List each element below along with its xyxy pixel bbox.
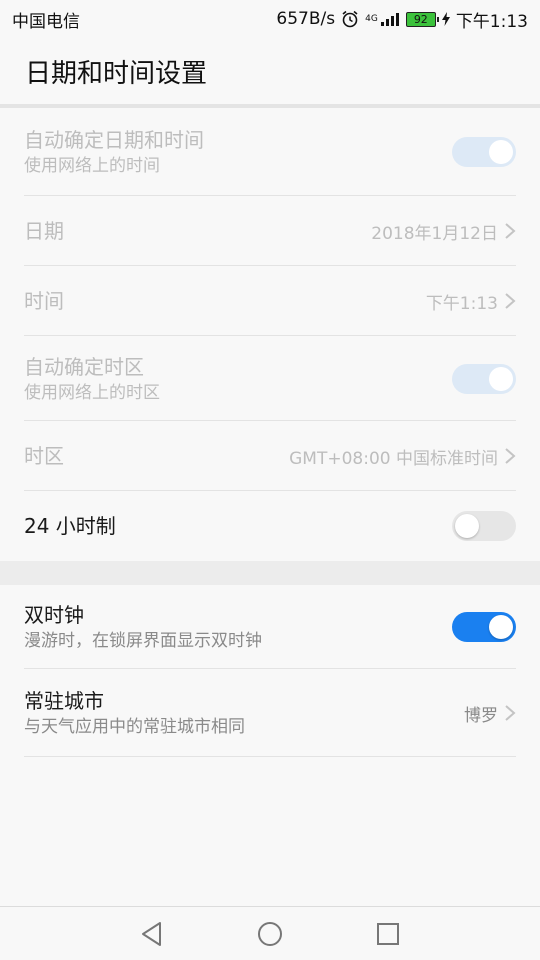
dual-clock-row[interactable]: 双时钟 漫游时，在锁屏界面显示双时钟 — [0, 585, 540, 669]
auto-timezone-subtitle: 使用网络上的时区 — [24, 382, 160, 403]
chevron-right-icon — [505, 293, 516, 309]
auto-timezone-toggle[interactable] — [452, 363, 516, 394]
settings-list: 自动确定日期和时间 使用网络上的时间 日期 2018年1月12日 时间 下午1:… — [0, 108, 540, 757]
chevron-right-icon — [505, 448, 516, 464]
timezone-value: GMT+08:00 中国标准时间 — [289, 448, 498, 469]
home-city-value: 博罗 — [464, 705, 498, 726]
hour24-toggle[interactable] — [452, 511, 516, 541]
date-row[interactable]: 日期 2018年1月12日 — [0, 196, 540, 266]
auto-timezone-title: 自动确定时区 — [24, 354, 144, 379]
signal-icon: 4G — [365, 11, 400, 27]
home-city-subtitle: 与天气应用中的常驻城市相同 — [24, 717, 245, 737]
auto-datetime-subtitle: 使用网络上的时间 — [24, 156, 160, 176]
date-value: 2018年1月12日 — [371, 223, 498, 244]
carrier-label: 中国电信 — [12, 11, 80, 32]
auto-datetime-row: 自动确定日期和时间 使用网络上的时间 — [0, 108, 540, 196]
home-city-row[interactable]: 常驻城市 与天气应用中的常驻城市相同 博罗 — [0, 669, 540, 757]
battery-icon: 92 — [405, 11, 439, 27]
battery-level: 92 — [413, 12, 428, 26]
charging-icon — [441, 12, 450, 26]
status-bar: 中国电信 657B/s 4G 92 下午1:13 — [0, 0, 540, 38]
divider — [24, 756, 516, 757]
toggle-knob — [489, 366, 513, 391]
date-title: 日期 — [24, 219, 64, 243]
time-title: 时间 — [24, 289, 64, 313]
auto-datetime-toggle[interactable] — [452, 137, 516, 167]
dual-clock-toggle[interactable] — [452, 612, 516, 642]
dual-clock-title: 双时钟 — [24, 603, 84, 627]
page-title: 日期和时间设置 — [25, 58, 208, 89]
time-row[interactable]: 时间 下午1:13 — [0, 266, 540, 336]
status-icons: 657B/s 4G 92 下午1:13 — [276, 7, 528, 32]
hour24-title: 24 小时制 — [24, 514, 116, 538]
hour24-row[interactable]: 24 小时制 — [0, 491, 540, 561]
alarm-icon — [341, 10, 359, 28]
auto-timezone-row: 自动确定时区 使用网络上的时区 — [0, 336, 540, 421]
toggle-knob — [489, 615, 513, 639]
home-icon[interactable] — [256, 920, 284, 948]
auto-datetime-title: 自动确定日期和时间 — [24, 128, 204, 152]
chevron-right-icon — [505, 705, 516, 721]
timezone-row[interactable]: 时区 GMT+08:00 中国标准时间 — [0, 421, 540, 491]
toggle-knob — [489, 140, 513, 164]
navigation-bar — [0, 906, 540, 960]
back-icon[interactable] — [138, 920, 166, 948]
net-speed: 657B/s — [276, 9, 336, 29]
clock: 下午1:13 — [455, 11, 528, 32]
dual-clock-subtitle: 漫游时，在锁屏界面显示双时钟 — [24, 631, 262, 651]
chevron-right-icon — [505, 223, 516, 239]
recents-icon[interactable] — [374, 920, 402, 948]
time-value: 下午1:13 — [425, 293, 498, 314]
section-divider — [0, 561, 540, 585]
timezone-title: 时区 — [24, 444, 64, 468]
toggle-knob — [455, 514, 479, 538]
network-type-label: 4G — [365, 13, 378, 24]
app-bar: 日期和时间设置 — [0, 38, 540, 104]
home-city-title: 常驻城市 — [24, 689, 104, 713]
